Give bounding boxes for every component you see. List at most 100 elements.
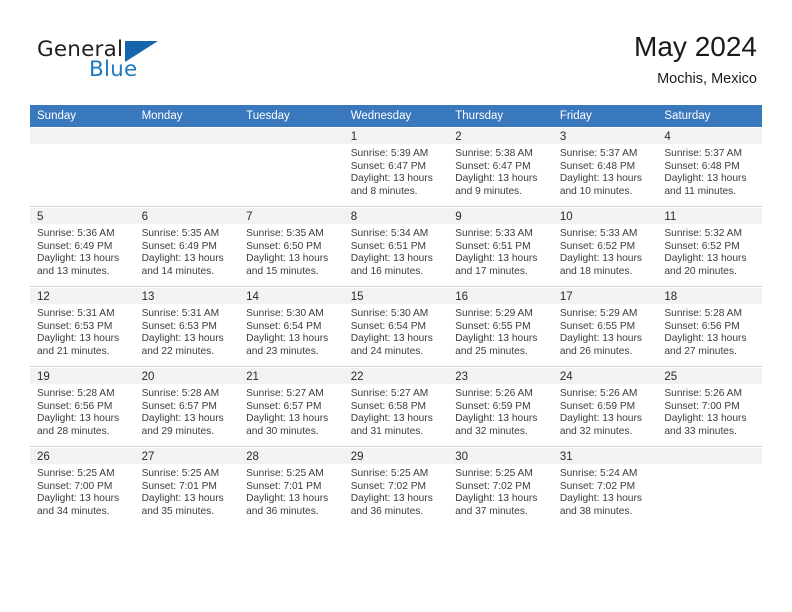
day-cell-inner: 13 Sunrise: 5:31 AM Sunset: 6:53 PM Dayligh… <box>134 287 240 366</box>
calendar-day-cell[interactable]: 23 Sunrise: 5:26 AM Sunset: 6:59 PM Dayligh… <box>448 366 553 447</box>
calendar-day-cell[interactable]: 11 Sunrise: 5:32 AM Sunset: 6:52 PM Dayligh… <box>657 206 762 287</box>
calendar-week-row: 5 Sunrise: 5:36 AM Sunset: 6:49 PM Daylight… <box>30 206 762 287</box>
sunrise-time: Sunrise: 5:24 AM <box>559 468 638 479</box>
calendar-day-cell[interactable]: 7 Sunrise: 5:35 AM Sunset: 6:50 PM Daylight… <box>239 206 344 287</box>
sunrise-time: Sunrise: 5:29 AM <box>455 308 533 319</box>
calendar-day-cell[interactable]: 30 Sunrise: 5:25 AM Sunset: 7:02 PM Dayligh… <box>448 446 553 526</box>
day-sun-info: Sunrise: 5:30 AM Sunset: 6:54 PM Daylight:… <box>239 304 344 358</box>
calendar-day-cell[interactable]: 29 Sunrise: 5:25 AM Sunset: 7:02 PM Dayligh… <box>343 446 449 526</box>
sunrise-time: Sunrise: 5:35 AM <box>246 228 324 239</box>
day-number: 25 <box>657 368 762 384</box>
day-cell-inner: 14 Sunrise: 5:30 AM Sunset: 6:54 PM Dayligh… <box>239 287 344 366</box>
day-cell-inner: 12 Sunrise: 5:31 AM Sunset: 6:53 PM Dayligh… <box>30 287 135 366</box>
day-cell-inner: 11 Sunrise: 5:32 AM Sunset: 6:52 PM Dayligh… <box>657 207 762 286</box>
calendar-day-cell[interactable]: 31 Sunrise: 5:24 AM Sunset: 7:02 PM Dayligh… <box>552 446 658 526</box>
daylight-duration-line1: Daylight: 13 hours <box>37 493 120 505</box>
calendar-day-cell[interactable]: 12 Sunrise: 5:31 AM Sunset: 6:53 PM Dayligh… <box>30 286 135 367</box>
sunset-time: Sunset: 6:56 PM <box>664 320 740 332</box>
day-sun-info: Sunrise: 5:24 AM Sunset: 7:02 PM Daylight:… <box>553 464 658 518</box>
calendar-day-cell[interactable]: 2 Sunrise: 5:38 AM Sunset: 6:47 PM Daylight… <box>448 127 553 207</box>
sunset-time: Sunset: 6:48 PM <box>664 160 740 172</box>
day-number: 22 <box>343 368 449 384</box>
day-cell-inner: 8 Sunrise: 5:34 AM Sunset: 6:51 PM Daylight… <box>343 207 449 286</box>
sunset-time: Sunset: 6:54 PM <box>350 320 427 332</box>
calendar-day-cell[interactable]: 16 Sunrise: 5:29 AM Sunset: 6:55 PM Dayligh… <box>448 286 553 367</box>
calendar-day-cell[interactable]: 10 Sunrise: 5:33 AM Sunset: 6:52 PM Dayligh… <box>552 206 658 287</box>
sunset-time: Sunset: 6:58 PM <box>350 400 427 412</box>
location-subtitle: Mochis, Mexico <box>657 71 757 87</box>
day-number: 29 <box>343 448 449 464</box>
calendar-day-cell[interactable]: 1 Sunrise: 5:39 AM Sunset: 6:47 PM Daylight… <box>343 127 449 207</box>
day-sun-info: Sunrise: 5:34 AM Sunset: 6:51 PM Daylight:… <box>344 224 449 278</box>
sunset-time: Sunset: 7:00 PM <box>37 480 113 492</box>
calendar-day-cell[interactable]: 3 Sunrise: 5:37 AM Sunset: 6:48 PM Daylight… <box>552 127 658 207</box>
daylight-duration-line2: and 26 minutes. <box>559 345 633 357</box>
sunrise-time: Sunrise: 5:30 AM <box>246 308 324 319</box>
day-cell-inner <box>239 127 344 206</box>
sunset-time: Sunset: 6:50 PM <box>246 240 322 252</box>
calendar-day-cell[interactable]: 26 Sunrise: 5:25 AM Sunset: 7:00 PM Dayligh… <box>30 446 135 526</box>
sunrise-time: Sunrise: 5:25 AM <box>141 468 220 479</box>
sunset-time: Sunset: 6:54 PM <box>246 320 322 332</box>
general-blue-logo[interactable]: General Blue <box>37 37 197 85</box>
calendar-day-cell[interactable]: 14 Sunrise: 5:30 AM Sunset: 6:54 PM Dayligh… <box>239 286 344 367</box>
day-sun-info: Sunrise: 5:28 AM Sunset: 6:56 PM Daylight:… <box>657 304 762 358</box>
calendar-day-cell[interactable]: 18 Sunrise: 5:28 AM Sunset: 6:56 PM Dayligh… <box>657 286 762 367</box>
daylight-duration-line1: Daylight: 13 hours <box>246 333 329 345</box>
day-number: 28 <box>239 448 344 464</box>
sunset-time: Sunset: 6:48 PM <box>559 160 636 172</box>
day-sun-info: Sunrise: 5:29 AM Sunset: 6:55 PM Daylight:… <box>553 304 658 358</box>
day-cell-inner: 2 Sunrise: 5:38 AM Sunset: 6:47 PM Daylight… <box>448 127 553 206</box>
daylight-duration-line1: Daylight: 13 hours <box>246 253 329 265</box>
day-cell-inner: 22 Sunrise: 5:27 AM Sunset: 6:58 PM Dayligh… <box>343 367 449 446</box>
calendar-day-cell[interactable]: 15 Sunrise: 5:30 AM Sunset: 6:54 PM Dayligh… <box>343 286 449 367</box>
calendar-day-cell[interactable]: 27 Sunrise: 5:25 AM Sunset: 7:01 PM Dayligh… <box>134 446 240 526</box>
day-number: 14 <box>239 288 344 304</box>
calendar-day-cell[interactable]: 21 Sunrise: 5:27 AM Sunset: 6:57 PM Dayligh… <box>239 366 344 447</box>
calendar-day-cell[interactable]: 9 Sunrise: 5:33 AM Sunset: 6:51 PM Daylight… <box>448 206 553 287</box>
calendar-day-cell[interactable]: 4 Sunrise: 5:37 AM Sunset: 6:48 PM Daylight… <box>657 127 762 207</box>
calendar-day-cell[interactable]: 5 Sunrise: 5:36 AM Sunset: 6:49 PM Daylight… <box>30 206 135 287</box>
calendar-day-cell[interactable]: 20 Sunrise: 5:28 AM Sunset: 6:57 PM Dayligh… <box>134 366 240 447</box>
day-cell-inner: 7 Sunrise: 5:35 AM Sunset: 6:50 PM Daylight… <box>239 207 344 286</box>
sunrise-time: Sunrise: 5:39 AM <box>350 148 429 159</box>
daylight-duration-line2: and 21 minutes. <box>37 345 110 357</box>
daylight-duration-line1: Daylight: 13 hours <box>141 333 224 345</box>
calendar-day-cell[interactable]: 28 Sunrise: 5:25 AM Sunset: 7:01 PM Dayligh… <box>239 446 344 526</box>
day-number: 8 <box>343 208 449 224</box>
daylight-duration-line1: Daylight: 13 hours <box>350 253 433 265</box>
day-number <box>134 128 240 144</box>
calendar-header-row: Sunday Monday Tuesday Wednesday Thursday… <box>30 105 762 127</box>
day-number <box>239 128 344 144</box>
sunrise-time: Sunrise: 5:35 AM <box>141 228 220 239</box>
calendar-day-cell[interactable]: 22 Sunrise: 5:27 AM Sunset: 6:58 PM Dayligh… <box>343 366 449 447</box>
day-cell-inner: 30 Sunrise: 5:25 AM Sunset: 7:02 PM Dayligh… <box>448 447 553 526</box>
calendar-day-cell[interactable]: 25 Sunrise: 5:26 AM Sunset: 7:00 PM Dayligh… <box>657 366 762 447</box>
day-sun-info: Sunrise: 5:26 AM Sunset: 7:00 PM Daylight:… <box>657 384 762 438</box>
daylight-duration-line1: Daylight: 13 hours <box>455 333 538 345</box>
calendar-day-cell[interactable]: 6 Sunrise: 5:35 AM Sunset: 6:49 PM Daylight… <box>134 206 240 287</box>
day-number: 10 <box>552 208 658 224</box>
calendar-body: 1 Sunrise: 5:39 AM Sunset: 6:47 PM Daylight… <box>30 127 762 526</box>
daylight-duration-line2: and 32 minutes. <box>455 425 528 437</box>
calendar-day-cell[interactable]: 8 Sunrise: 5:34 AM Sunset: 6:51 PM Daylight… <box>343 206 449 287</box>
daylight-duration-line1: Daylight: 13 hours <box>559 493 642 505</box>
daylight-duration-line2: and 35 minutes. <box>141 505 215 517</box>
day-cell-inner: 19 Sunrise: 5:28 AM Sunset: 6:56 PM Dayligh… <box>30 367 135 446</box>
sunrise-time: Sunrise: 5:28 AM <box>141 388 220 399</box>
day-number <box>657 448 762 464</box>
sunset-time: Sunset: 6:59 PM <box>559 400 636 412</box>
day-number: 2 <box>448 128 553 144</box>
day-sun-info: Sunrise: 5:33 AM Sunset: 6:52 PM Daylight:… <box>553 224 658 278</box>
calendar-day-cell[interactable]: 13 Sunrise: 5:31 AM Sunset: 6:53 PM Dayligh… <box>134 286 240 367</box>
calendar-day-cell[interactable]: 17 Sunrise: 5:29 AM Sunset: 6:55 PM Dayligh… <box>552 286 658 367</box>
weekday-header-saturday: Saturday <box>657 105 762 127</box>
sunset-time: Sunset: 7:02 PM <box>455 480 531 492</box>
calendar-day-cell[interactable]: 24 Sunrise: 5:26 AM Sunset: 6:59 PM Dayligh… <box>552 366 658 447</box>
day-cell-inner: 3 Sunrise: 5:37 AM Sunset: 6:48 PM Daylight… <box>552 127 658 206</box>
daylight-duration-line1: Daylight: 13 hours <box>664 253 747 265</box>
calendar-day-cell[interactable]: 19 Sunrise: 5:28 AM Sunset: 6:56 PM Dayligh… <box>30 366 135 447</box>
sunrise-time: Sunrise: 5:28 AM <box>664 308 742 319</box>
daylight-duration-line1: Daylight: 13 hours <box>246 493 329 505</box>
day-number: 5 <box>30 208 135 224</box>
